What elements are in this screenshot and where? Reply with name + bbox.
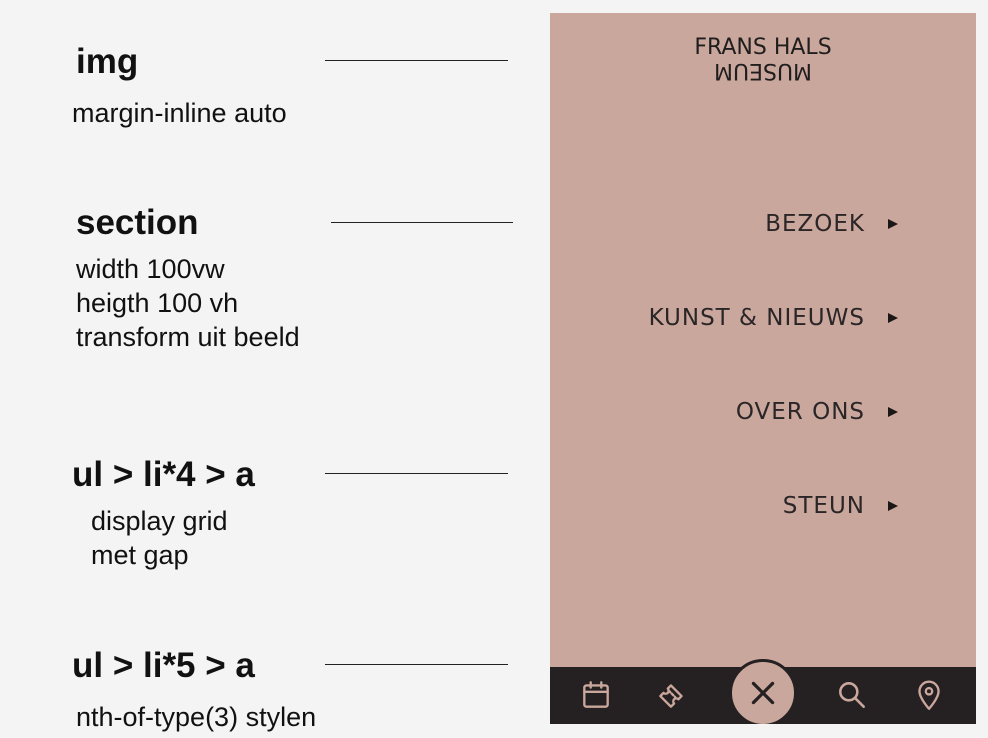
menu-item: BEZOEK (550, 211, 976, 305)
frans-hals-museum-logo[interactable]: FRANS HALS MUSEUM (550, 35, 976, 84)
annotation-ul-li4-line: met gap (91, 540, 189, 570)
calendar-icon[interactable] (578, 677, 614, 713)
menu-link-over-ons[interactable]: OVER ONS (550, 399, 865, 425)
arrow-right-icon (888, 501, 898, 511)
annotation-ul-li5-line: nth-of-type(3) stylen (76, 702, 317, 732)
menu-link-label: BEZOEK (765, 211, 865, 237)
annotation-ul-li4-title: ul > li*4 > a (72, 455, 255, 494)
phone-mockup: FRANS HALS MUSEUM BEZOEK KUNST & NIEUWS … (550, 13, 976, 724)
close-menu-button[interactable] (729, 659, 797, 724)
logo-line-1: FRANS HALS (694, 35, 832, 60)
annotation-img-line: margin-inline auto (72, 98, 287, 128)
menu-item: OVER ONS (550, 399, 976, 493)
menu-link-bezoek[interactable]: BEZOEK (550, 211, 865, 237)
annotation-ul-li5-description: nth-of-type(3) stylen (76, 700, 316, 734)
annotation-section-line: width 100vw (76, 254, 225, 284)
connector-line-section (331, 222, 513, 223)
search-icon[interactable] (834, 677, 870, 713)
arrow-right-icon (888, 219, 898, 229)
connector-line-ul-li4 (325, 473, 508, 474)
annotation-ul-li4-description: display grid met gap (91, 504, 228, 572)
arrow-right-icon (888, 313, 898, 323)
menu-link-steun[interactable]: STEUN (550, 493, 865, 519)
main-menu: BEZOEK KUNST & NIEUWS OVER ONS STEUN (550, 211, 976, 587)
menu-item: KUNST & NIEUWS (550, 305, 976, 399)
bottom-tab-bar (550, 659, 976, 724)
menu-item: STEUN (550, 493, 976, 587)
menu-link-label: OVER ONS (735, 399, 865, 425)
annotation-img-description: margin-inline auto (72, 96, 287, 130)
connector-line-img (325, 60, 508, 61)
annotation-ul-li4-line: display grid (91, 506, 228, 536)
annotation-section-line: heigth 100 vh (76, 288, 239, 318)
annotation-section-title: section (76, 203, 199, 242)
location-pin-icon[interactable] (911, 677, 947, 713)
menu-link-kunst-nieuws[interactable]: KUNST & NIEUWS (550, 305, 865, 331)
menu-link-label: STEUN (782, 493, 865, 519)
annotation-img-title: img (76, 42, 139, 81)
menu-link-label: KUNST & NIEUWS (648, 305, 865, 331)
ticket-icon[interactable] (654, 677, 690, 713)
close-icon (751, 681, 775, 705)
logo-line-2: MUSEUM (713, 58, 813, 83)
connector-line-ul-li5 (325, 664, 508, 665)
annotation-section-line: transform uit beeld (76, 322, 300, 352)
annotation-ul-li5-title: ul > li*5 > a (72, 646, 255, 685)
annotation-section-description: width 100vw heigth 100 vh transform uit … (76, 252, 300, 354)
arrow-right-icon (888, 407, 898, 417)
